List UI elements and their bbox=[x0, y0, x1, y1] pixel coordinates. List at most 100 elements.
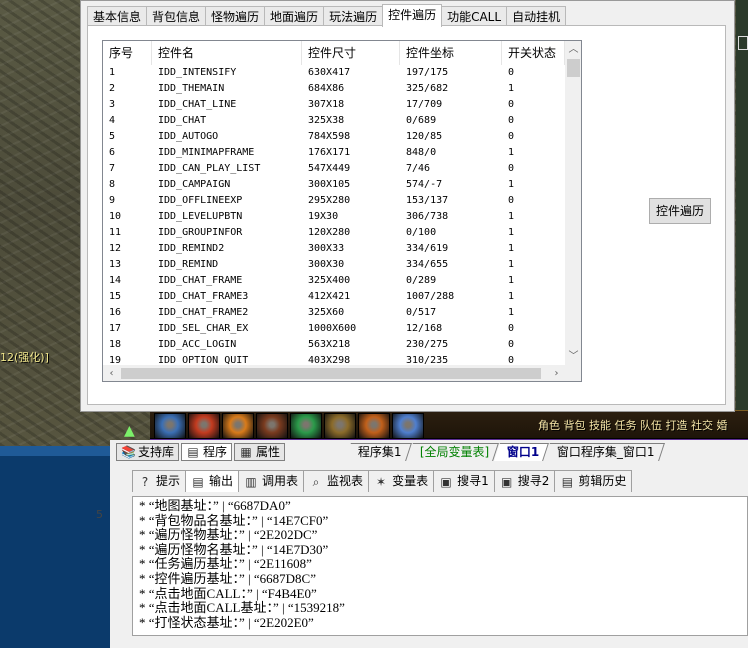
tab-1[interactable]: 背包信息 bbox=[146, 6, 207, 27]
tab-2[interactable]: 怪物遍历 bbox=[205, 6, 266, 27]
output-tab-0[interactable]: ? 提示 bbox=[132, 470, 187, 492]
output-tab-6[interactable]: ▣ 搜寻2 bbox=[493, 470, 556, 492]
output-tabs: ? 提示 ▤ 输出 ▥ 调用表 ⌕ 监视表 ✶ 变量表 ▣ 搜寻1 ▣ 搜寻2 ▤ 剪辑历史 bbox=[132, 470, 633, 492]
table-row[interactable]: 3 IDD_CHAT_LINE 307X18 17/709 0 bbox=[103, 97, 565, 113]
game-right-box bbox=[738, 36, 748, 50]
ide-gutter bbox=[110, 466, 132, 648]
column-header[interactable]: 开关状态 bbox=[502, 41, 565, 65]
table-cell: 1 bbox=[508, 211, 515, 222]
vertical-scroll-thumb[interactable] bbox=[567, 59, 580, 77]
table-row[interactable]: 17 IDD_SEL_CHAR_EX 1000X600 12/168 0 bbox=[103, 321, 565, 337]
skill-slot-icon[interactable] bbox=[222, 413, 254, 439]
table-cell: 3 bbox=[109, 99, 116, 110]
table-cell: 630X417 bbox=[308, 67, 351, 78]
table-cell: 2 bbox=[109, 83, 116, 94]
skill-slot-icon[interactable] bbox=[324, 413, 356, 439]
table-row[interactable]: 15 IDD_CHAT_FRAME3 412X421 1007/288 1 bbox=[103, 289, 565, 305]
doc-tab-0[interactable]: 程序集1 bbox=[345, 443, 412, 461]
listview-header: 序号 控件名 控件尺寸 控件坐标 开关状态 bbox=[103, 41, 565, 65]
table-cell: 684X86 bbox=[308, 83, 345, 94]
output-tab-1[interactable]: ▤ 输出 bbox=[185, 470, 240, 492]
skill-slot-icon[interactable] bbox=[188, 413, 220, 439]
table-row[interactable]: 7 IDD_CAN_PLAY_LIST 547X449 7/46 0 bbox=[103, 161, 565, 177]
table-cell: 230/275 bbox=[406, 339, 449, 350]
doc-tab-2[interactable]: 窗口1 bbox=[494, 443, 550, 461]
table-cell: 295X280 bbox=[308, 195, 351, 206]
table-row[interactable]: 9 IDD_OFFLINEEXP 295X280 153/137 0 bbox=[103, 193, 565, 209]
table-row[interactable]: 13 IDD_REMIND 300X30 334/655 1 bbox=[103, 257, 565, 273]
scroll-right-icon[interactable]: › bbox=[548, 365, 565, 381]
table-row[interactable]: 1 IDD_INTENSIFY 630X417 197/175 0 bbox=[103, 65, 565, 81]
table-row[interactable]: 4 IDD_CHAT 325X38 0/689 0 bbox=[103, 113, 565, 129]
table-cell: 13 bbox=[109, 259, 122, 270]
tab-panel-controls: 序号 控件名 控件尺寸 控件坐标 开关状态 1 IDD_INTENSIFY 630X417 1… bbox=[87, 25, 726, 405]
table-cell: 17 bbox=[109, 323, 122, 334]
skill-slot-icon[interactable] bbox=[358, 413, 390, 439]
tab-7[interactable]: 自动挂机 bbox=[506, 6, 567, 27]
scroll-down-icon[interactable]: ﹀ bbox=[565, 348, 581, 365]
skill-slot-icon[interactable] bbox=[256, 413, 288, 439]
column-header[interactable]: 控件坐标 bbox=[400, 41, 502, 65]
property-icon: ▦ bbox=[240, 445, 252, 459]
table-cell: 848/0 bbox=[406, 147, 437, 158]
controls-listview[interactable]: 序号 控件名 控件尺寸 控件坐标 开关状态 1 IDD_INTENSIFY 630X417 1… bbox=[102, 40, 582, 382]
table-cell: IDD_AUTOGO bbox=[158, 131, 219, 142]
table-row[interactable]: 12 IDD_REMIND2 300X33 334/619 1 bbox=[103, 241, 565, 257]
table-cell: 11 bbox=[109, 227, 122, 238]
table-cell: 6 bbox=[109, 147, 116, 158]
table-row[interactable]: 8 IDD_CAMPAIGN 300X105 574/-7 1 bbox=[103, 177, 565, 193]
table-row[interactable]: 11 IDD_GROUPINFOR 120X280 0/100 1 bbox=[103, 225, 565, 241]
vertical-scrollbar[interactable]: ︿ ﹀ bbox=[565, 41, 581, 365]
output-tab-label: 剪辑历史 bbox=[578, 474, 627, 488]
table-row[interactable]: 5 IDD_AUTOGO 784X598 120/85 0 bbox=[103, 129, 565, 145]
tab-5[interactable]: 控件遍历 bbox=[382, 4, 443, 27]
horizontal-scrollbar[interactable]: ‹ › bbox=[103, 365, 565, 381]
table-cell: IDD_REMIND bbox=[158, 259, 219, 270]
table-row[interactable]: 14 IDD_CHAT_FRAME 325X400 0/289 1 bbox=[103, 273, 565, 289]
output-tab-5[interactable]: ▣ 搜寻1 bbox=[433, 470, 495, 492]
tab-0[interactable]: 基本信息 bbox=[87, 6, 148, 27]
doc-tab-1[interactable]: [全局变量表] bbox=[406, 443, 499, 461]
skill-slot-icon[interactable] bbox=[290, 413, 322, 439]
hotbar-menu-labels[interactable]: 角色 背包 技能 任务 队伍 打造 社交 婚 bbox=[538, 417, 727, 433]
table-cell: 1000X600 bbox=[308, 323, 357, 334]
up-arrow-icon[interactable]: ▲ bbox=[124, 423, 138, 439]
output-tab-4[interactable]: ✶ 变量表 bbox=[368, 470, 435, 492]
ide-tab-0[interactable]: 📚 支持库 bbox=[116, 443, 180, 461]
table-row[interactable]: 6 IDD_MINIMAPFRAME 176X171 848/0 1 bbox=[103, 145, 565, 161]
column-header[interactable]: 控件尺寸 bbox=[302, 41, 400, 65]
desktop-strip bbox=[0, 446, 110, 456]
column-header[interactable]: 序号 bbox=[103, 41, 152, 65]
table-cell: 1 bbox=[508, 227, 515, 238]
horizontal-scroll-thumb[interactable] bbox=[121, 368, 541, 379]
output-tab-3[interactable]: ⌕ 监视表 bbox=[303, 470, 370, 492]
column-header[interactable]: 控件名 bbox=[152, 41, 302, 65]
table-cell: 334/655 bbox=[406, 259, 449, 270]
table-cell: IDD_ACC_LOGIN bbox=[158, 339, 237, 350]
output-panel[interactable]: * “地图基址：” | “6687DA0” * “背包物品名基址：” | “14E… bbox=[132, 496, 748, 636]
table-cell: 563X218 bbox=[308, 339, 351, 350]
scroll-left-icon[interactable]: ‹ bbox=[103, 365, 120, 381]
skill-slot-icon[interactable] bbox=[392, 413, 424, 439]
ide-tab-2[interactable]: ▦ 属性 bbox=[234, 443, 286, 461]
ide-tab-1[interactable]: ▤ 程序 bbox=[181, 443, 233, 461]
skill-slot-icon[interactable] bbox=[154, 413, 186, 439]
table-cell: 19X30 bbox=[308, 211, 339, 222]
tab-6[interactable]: 功能CALL bbox=[441, 6, 508, 27]
table-row[interactable]: 18 IDD_ACC_LOGIN 563X218 230/275 0 bbox=[103, 337, 565, 353]
table-cell: IDD_OFFLINEEXP bbox=[158, 195, 243, 206]
table-row[interactable]: 10 IDD_LEVELUPBTN 19X30 306/738 1 bbox=[103, 209, 565, 225]
traverse-controls-button[interactable]: 控件遍历 bbox=[649, 198, 711, 224]
tab-3[interactable]: 地面遍历 bbox=[264, 6, 325, 27]
doc-tab-3[interactable]: 窗口程序集_窗口1 bbox=[544, 443, 665, 461]
output-tab-2[interactable]: ▥ 调用表 bbox=[238, 470, 305, 492]
table-cell: IDD_CAMPAIGN bbox=[158, 179, 231, 190]
tab-4[interactable]: 玩法遍历 bbox=[323, 6, 384, 27]
output-tab-7[interactable]: ▤ 剪辑历史 bbox=[554, 470, 633, 492]
table-row[interactable]: 16 IDD_CHAT_FRAME2 325X60 0/517 1 bbox=[103, 305, 565, 321]
table-row[interactable]: 2 IDD_THEMAIN 684X86 325/682 1 bbox=[103, 81, 565, 97]
table-cell: 300X33 bbox=[308, 243, 345, 254]
scroll-up-icon[interactable]: ︿ bbox=[565, 41, 581, 58]
table-cell: IDD_CHAT_FRAME3 bbox=[158, 291, 249, 302]
table-cell: 0 bbox=[508, 131, 515, 142]
